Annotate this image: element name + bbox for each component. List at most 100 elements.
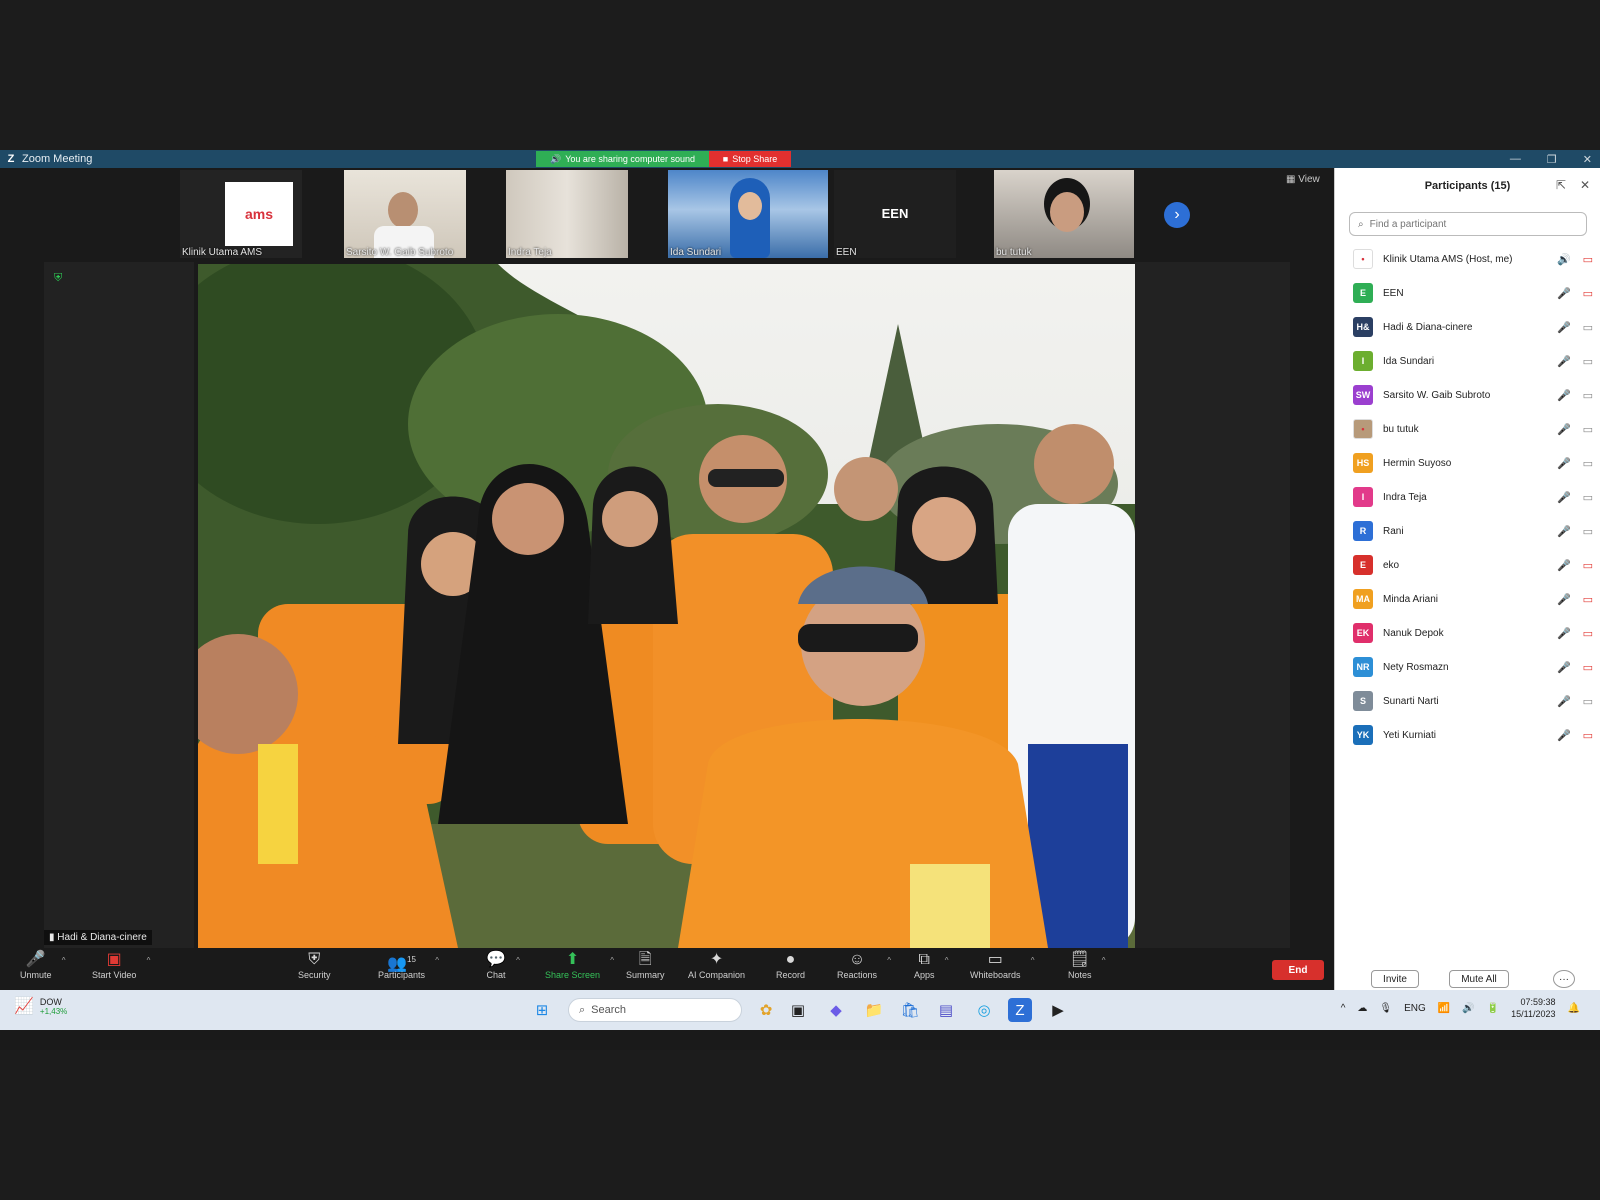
wifi-icon[interactable]: 📶 bbox=[1438, 1003, 1450, 1014]
participant-row[interactable]: R Rani 🎤 ▭ bbox=[1335, 514, 1600, 548]
security-button[interactable]: ⛨ Security bbox=[298, 950, 331, 980]
camera-icon[interactable]: ▭ bbox=[1583, 355, 1593, 368]
onedrive-icon[interactable]: ☁ bbox=[1357, 1003, 1367, 1014]
media-player-icon[interactable]: ▶ bbox=[1046, 998, 1070, 1022]
camera-off-icon[interactable]: ▭ bbox=[1583, 559, 1593, 572]
apps-button[interactable]: ⧉ Apps ^ bbox=[914, 950, 949, 980]
volume-icon[interactable]: 🔊 bbox=[1462, 1003, 1474, 1014]
encryption-shield-icon[interactable]: ⛨ bbox=[54, 272, 62, 285]
zoom-taskbar-icon[interactable]: Z bbox=[1008, 998, 1032, 1022]
mic-icon[interactable]: 🎤 bbox=[1557, 287, 1571, 300]
participant-search[interactable]: ⌕ bbox=[1349, 212, 1587, 236]
next-page-button[interactable]: › bbox=[1164, 202, 1190, 228]
participant-row[interactable]: I Indra Teja 🎤 ▭ bbox=[1335, 480, 1600, 514]
share-screen-button[interactable]: ⬆ Share Screen ^ bbox=[545, 950, 614, 980]
reactions-button[interactable]: ☺ Reactions ^ bbox=[837, 950, 891, 980]
participant-search-input[interactable] bbox=[1369, 218, 1570, 230]
edge-icon[interactable]: ◎ bbox=[972, 998, 996, 1022]
mic-muted-icon[interactable]: 🎤 bbox=[1557, 729, 1571, 742]
chevron-up-icon[interactable]: ^ bbox=[1341, 1003, 1346, 1014]
notification-bell-icon[interactable]: 🔔 bbox=[1568, 1003, 1580, 1014]
participant-row[interactable]: S Sunarti Narti 🎤 ▭ bbox=[1335, 684, 1600, 718]
speaker-active-icon[interactable]: 🔊 bbox=[1557, 253, 1571, 266]
minimize-icon[interactable]: — bbox=[1510, 153, 1521, 165]
sharing-sound-notice[interactable]: 🔊 You are sharing computer sound bbox=[536, 151, 709, 167]
mic-icon[interactable]: 🎤 bbox=[1557, 457, 1571, 470]
thumbnail-bu-tutuk[interactable]: bu tutuk bbox=[994, 170, 1134, 258]
ai-companion-button[interactable]: ✦ AI Companion bbox=[688, 950, 745, 980]
invite-button[interactable]: Invite bbox=[1371, 970, 1419, 988]
thumbnail-sarsito[interactable]: Sarsito W. Gaib Subroto bbox=[344, 170, 466, 258]
mic-muted-icon[interactable]: 🎤 bbox=[1557, 559, 1571, 572]
camera-icon[interactable]: ▭ bbox=[1583, 389, 1593, 402]
mic-icon[interactable]: 🎤 bbox=[1557, 423, 1571, 436]
stock-widget[interactable]: 📈 DOW +1,43% bbox=[14, 996, 67, 1016]
end-meeting-button[interactable]: End bbox=[1272, 960, 1324, 980]
chevron-up-icon[interactable]: ^ bbox=[887, 956, 891, 965]
pop-out-icon[interactable]: ⇱ bbox=[1556, 178, 1566, 192]
microphone-icon[interactable]: 🎙 bbox=[1379, 1003, 1392, 1014]
store-icon[interactable]: 🛍 bbox=[898, 998, 922, 1022]
participant-row[interactable]: H& Hadi & Diana-cinere 🎤 ▭ bbox=[1335, 310, 1600, 344]
chevron-up-icon[interactable]: ^ bbox=[147, 956, 151, 965]
chat-button[interactable]: 💬 Chat ^ bbox=[486, 950, 520, 980]
participant-row[interactable]: Eeko 🎤 ▭ bbox=[1335, 548, 1600, 582]
file-explorer-icon[interactable]: 📁 bbox=[862, 998, 886, 1022]
chevron-up-icon[interactable]: ^ bbox=[1031, 956, 1035, 965]
participant-row[interactable]: HS Hermin Suyoso 🎤 ▭ bbox=[1335, 446, 1600, 480]
unmute-button[interactable]: 🎤 Unmute ^ bbox=[20, 950, 66, 980]
taskbar-search[interactable]: ⌕ Search bbox=[568, 998, 742, 1022]
thumbnail-een[interactable]: EEN EEN bbox=[834, 170, 956, 258]
thumbnail-klinik-utama-ams[interactable]: ams Klinik Utama AMS bbox=[180, 170, 302, 258]
participant-row[interactable]: MA Minda Ariani 🎤 ▭ bbox=[1335, 582, 1600, 616]
copilot-icon[interactable]: ✿ bbox=[754, 998, 778, 1022]
chevron-up-icon[interactable]: ^ bbox=[610, 956, 614, 965]
app-icon[interactable]: ▤ bbox=[934, 998, 958, 1022]
participant-row[interactable]: NR Nety Rosmazn 🎤 ▭ bbox=[1335, 650, 1600, 684]
chevron-up-icon[interactable]: ^ bbox=[435, 956, 439, 965]
camera-icon[interactable]: ▭ bbox=[1583, 695, 1593, 708]
more-options-button[interactable]: ··· bbox=[1553, 970, 1575, 988]
camera-off-icon[interactable]: ▭ bbox=[1583, 627, 1593, 640]
participant-row[interactable]: E EEN 🎤 ▭ bbox=[1335, 276, 1600, 310]
mic-muted-icon[interactable]: 🎤 bbox=[1557, 593, 1571, 606]
teams-chat-icon[interactable]: ◆ bbox=[824, 998, 848, 1022]
task-view-icon[interactable]: ▣ bbox=[786, 998, 810, 1022]
view-button[interactable]: ▦ View bbox=[1286, 174, 1320, 185]
mic-icon[interactable]: 🎤 bbox=[1557, 321, 1571, 334]
windows-start-icon[interactable]: ⊞ bbox=[530, 998, 554, 1022]
participant-row[interactable]: SW Sarsito W. Gaib Subroto 🎤 ▭ bbox=[1335, 378, 1600, 412]
start-video-button[interactable]: ▣ Start Video ^ bbox=[92, 950, 150, 980]
thumbnail-indra-teja[interactable]: Indra Teja bbox=[506, 170, 628, 258]
camera-off-icon[interactable]: ▭ bbox=[1583, 661, 1593, 674]
mic-muted-icon[interactable]: 🎤 bbox=[1557, 661, 1571, 674]
stop-share-button[interactable]: ■ Stop Share bbox=[709, 151, 791, 167]
camera-off-icon[interactable]: ▭ bbox=[1583, 287, 1593, 300]
chevron-up-icon[interactable]: ^ bbox=[516, 956, 520, 965]
participant-row[interactable]: • Klinik Utama AMS (Host, me) 🔊 ▭ bbox=[1335, 242, 1600, 276]
mute-all-button[interactable]: Mute All bbox=[1449, 970, 1509, 988]
camera-off-icon[interactable]: ▭ bbox=[1583, 593, 1593, 606]
participant-row[interactable]: • bu tutuk 🎤 ▭ bbox=[1335, 412, 1600, 446]
participants-button[interactable]: 👥15 Participants ^ bbox=[378, 950, 439, 980]
whiteboards-button[interactable]: ▭ Whiteboards ^ bbox=[970, 950, 1035, 980]
chevron-up-icon[interactable]: ^ bbox=[945, 956, 949, 965]
notes-button[interactable]: 🗒 Notes ^ bbox=[1068, 950, 1106, 980]
thumbnail-ida-sundari[interactable]: Ida Sundari bbox=[668, 170, 828, 258]
participant-row[interactable]: YK Yeti Kurniati 🎤 ▭ bbox=[1335, 718, 1600, 752]
summary-button[interactable]: 🗎 Summary bbox=[626, 950, 665, 980]
record-button[interactable]: ● Record bbox=[776, 950, 805, 980]
taskbar-clock[interactable]: 07:59:38 15/11/2023 bbox=[1511, 996, 1555, 1020]
close-panel-icon[interactable]: ✕ bbox=[1580, 178, 1590, 192]
mic-icon[interactable]: 🎤 bbox=[1557, 525, 1571, 538]
restore-icon[interactable]: ❐ bbox=[1547, 153, 1557, 166]
camera-off-icon[interactable]: ▭ bbox=[1583, 729, 1593, 742]
camera-icon[interactable]: ▭ bbox=[1583, 491, 1593, 504]
chevron-up-icon[interactable]: ^ bbox=[62, 956, 66, 965]
mic-icon[interactable]: 🎤 bbox=[1557, 491, 1571, 504]
camera-icon[interactable]: ▭ bbox=[1583, 457, 1593, 470]
mic-muted-icon[interactable]: 🎤 bbox=[1557, 627, 1571, 640]
camera-icon[interactable]: ▭ bbox=[1583, 525, 1593, 538]
mic-muted-icon[interactable]: 🎤 bbox=[1557, 695, 1571, 708]
participant-row[interactable]: I Ida Sundari 🎤 ▭ bbox=[1335, 344, 1600, 378]
